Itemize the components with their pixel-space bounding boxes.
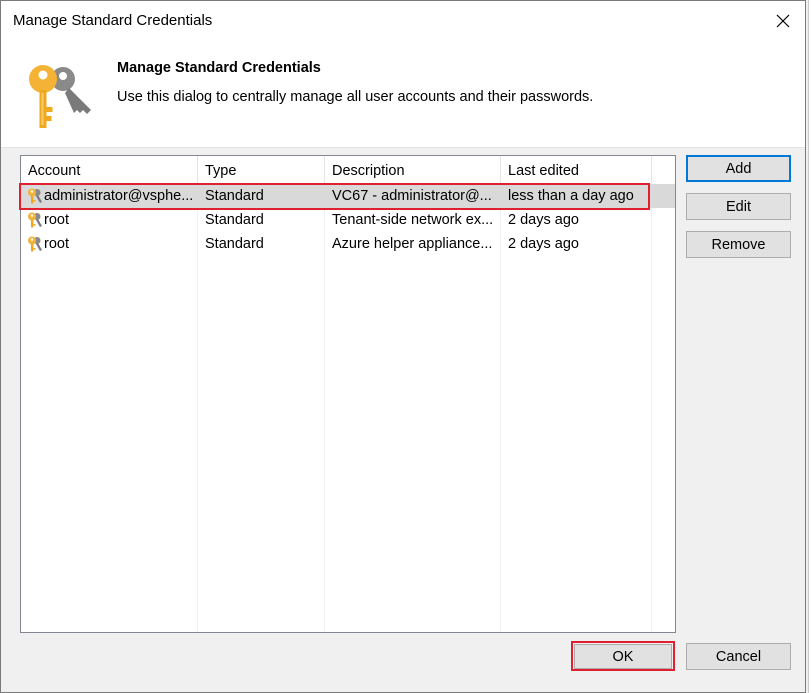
- keys-icon: [29, 65, 91, 128]
- edit-button[interactable]: Edit: [686, 193, 791, 220]
- table-row[interactable]: root Standard Azure helper appliance... …: [21, 232, 675, 256]
- cell-type: Standard: [205, 236, 264, 252]
- cell-description: Azure helper appliance...: [332, 236, 493, 252]
- column-header-last-edited[interactable]: Last edited: [501, 156, 652, 183]
- ok-button-highlight: [571, 641, 675, 671]
- cell-type: Standard: [205, 212, 264, 228]
- column-header-type[interactable]: Type: [198, 156, 325, 183]
- cell-last-edited: 2 days ago: [508, 212, 579, 228]
- window-title: Manage Standard Credentials: [13, 12, 213, 29]
- cell-account: root: [44, 236, 69, 252]
- selected-row-highlight: [19, 183, 650, 210]
- header-filler: [652, 156, 675, 183]
- banner-description: Use this dialog to centrally manage all …: [117, 89, 594, 105]
- background-window-edge: [808, 0, 812, 693]
- cell-account: root: [44, 212, 69, 228]
- banner-title: Manage Standard Credentials: [117, 60, 321, 76]
- header-banner: Manage Standard Credentials Use this dia…: [1, 41, 805, 148]
- close-icon: [776, 14, 790, 28]
- cancel-button[interactable]: Cancel: [686, 643, 791, 670]
- title-bar: Manage Standard Credentials: [1, 1, 805, 41]
- list-header: Account Type Description Last edited: [21, 156, 675, 183]
- column-header-account[interactable]: Account: [21, 156, 198, 183]
- key-icon: [28, 236, 42, 252]
- cell-description: Tenant-side network ex...: [332, 212, 494, 228]
- credentials-list[interactable]: Account Type Description Last edited adm…: [20, 155, 676, 633]
- cell-last-edited: 2 days ago: [508, 236, 579, 252]
- column-header-description[interactable]: Description: [325, 156, 501, 183]
- manage-credentials-dialog: Manage Standard Credentials Manage Stand…: [0, 0, 806, 693]
- remove-button[interactable]: Remove: [686, 231, 791, 258]
- close-button[interactable]: [765, 5, 801, 37]
- key-icon: [28, 212, 42, 228]
- add-button[interactable]: Add: [686, 155, 791, 182]
- table-row[interactable]: root Standard Tenant-side network ex... …: [21, 208, 675, 232]
